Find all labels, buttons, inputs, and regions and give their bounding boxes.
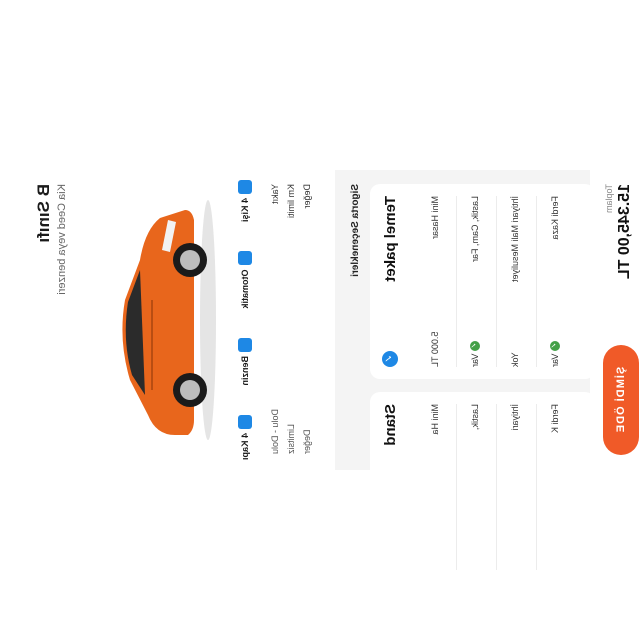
package-row-label: İhtiyari Mali Mesuliyet <box>510 196 520 283</box>
package-row-value-text: Var <box>470 353 480 367</box>
package-row: Mini Ha <box>430 404 440 570</box>
spec-values: Dolu - Dolu Limitsiz Değer <box>270 409 330 454</box>
spec-labels: Yakıt Km limiti Değer <box>270 184 330 218</box>
total-value: 15.345,00 TL <box>616 184 633 280</box>
package-row-label: Mini Hasar <box>430 196 440 240</box>
spec-value-km: Limitsiz <box>286 423 296 454</box>
package-row-label: Ferdi Kaza <box>550 196 560 240</box>
door-icon <box>238 414 252 429</box>
seat-icon <box>238 180 252 194</box>
total-label: Toplam <box>604 184 614 214</box>
feature-label: Otomatik <box>240 269 250 309</box>
feature-doors: 4 Kapı <box>230 414 260 460</box>
package-row: Lastik, Cam, Far ✓ Var <box>470 196 480 367</box>
car-subtitle: Kia Ceed veya benzeri <box>56 184 68 295</box>
phone-view: B Sınıfı Kia Ceed veya benzeri 4 Kişi Ot… <box>20 170 640 582</box>
divider <box>456 196 457 367</box>
feature-row: 4 Kişi Otomatik Benzin 4 Kapı <box>230 180 260 460</box>
package-title: Stand <box>382 404 399 446</box>
divider <box>496 404 497 570</box>
feature-label: Benzin <box>240 355 250 386</box>
feature-seats: 4 Kişi <box>230 180 260 222</box>
divider <box>456 404 457 570</box>
feature-label: 4 Kapı <box>240 432 250 460</box>
screen: B Sınıfı Kia Ceed veya benzeri 4 Kişi Ot… <box>0 0 640 640</box>
package-row: Lastik, <box>470 404 480 570</box>
check-icon: ✓ <box>470 340 480 351</box>
package-row-label: Lastik, <box>470 404 480 431</box>
pay-now-button[interactable]: ŞİMDİ ÖDE <box>603 345 639 455</box>
package-card-standard[interactable]: Stand Mini Ha Lastik, İhtiyari Ferdi K <box>370 392 595 582</box>
gearbox-icon <box>238 251 252 266</box>
package-row-value-text: 5.000 TL <box>430 331 440 367</box>
package-row: İhtiyari <box>510 404 520 570</box>
package-row: Ferdi K <box>550 404 560 570</box>
package-row-label: Mini Ha <box>430 404 440 435</box>
package-row-value: Yok <box>510 352 520 367</box>
fuel-icon <box>238 337 252 352</box>
shield-icon: ✓ <box>382 351 398 367</box>
feature-fuel: Benzin <box>230 337 260 386</box>
spec-label-fuel: Yakıt <box>270 184 280 204</box>
package-row-value: ✓ Var <box>470 340 480 367</box>
insurance-section-title: Sigorta Seçenekleri <box>350 184 361 277</box>
spec-value-fuel: Dolu - Dolu <box>270 408 280 454</box>
divider <box>536 404 537 570</box>
feature-gearbox: Otomatik <box>230 251 260 309</box>
spec-value-extra: Değer <box>302 429 312 454</box>
package-card-basic[interactable]: Temel paket ✓ Mini Hasar 5.000 TL Lastik… <box>370 184 595 379</box>
car-image <box>122 200 216 440</box>
spec-grid: Yakıt Km limiti Değer Dolu - Dolu Limits… <box>270 184 330 454</box>
divider <box>536 196 537 367</box>
feature-label: 4 Kişi <box>240 198 250 223</box>
spec-label-value: Değer <box>302 184 312 209</box>
package-row-value-text: Yok <box>510 352 520 367</box>
package-row-label: İhtiyari <box>510 404 520 431</box>
car-class-title: B Sınıfı <box>34 184 53 243</box>
package-row: Mini Hasar 5.000 TL <box>430 196 440 367</box>
package-row: Ferdi Kaza ✓ Var <box>550 196 560 367</box>
package-row-value: ✓ Var <box>550 340 560 367</box>
package-title: Temel paket <box>382 196 399 282</box>
package-row-value: 5.000 TL <box>430 332 440 367</box>
package-row-label: Ferdi K <box>550 404 560 434</box>
spec-label-km: Km limiti <box>286 184 296 218</box>
divider <box>496 196 497 367</box>
package-row-label: Lastik, Cam, Far <box>470 196 480 263</box>
package-row-value-text: Var <box>550 353 560 367</box>
car-card: B Sınıfı Kia Ceed veya benzeri 4 Kişi Ot… <box>20 170 335 470</box>
check-icon: ✓ <box>550 340 560 351</box>
package-row: İhtiyari Mali Mesuliyet Yok <box>510 196 520 367</box>
